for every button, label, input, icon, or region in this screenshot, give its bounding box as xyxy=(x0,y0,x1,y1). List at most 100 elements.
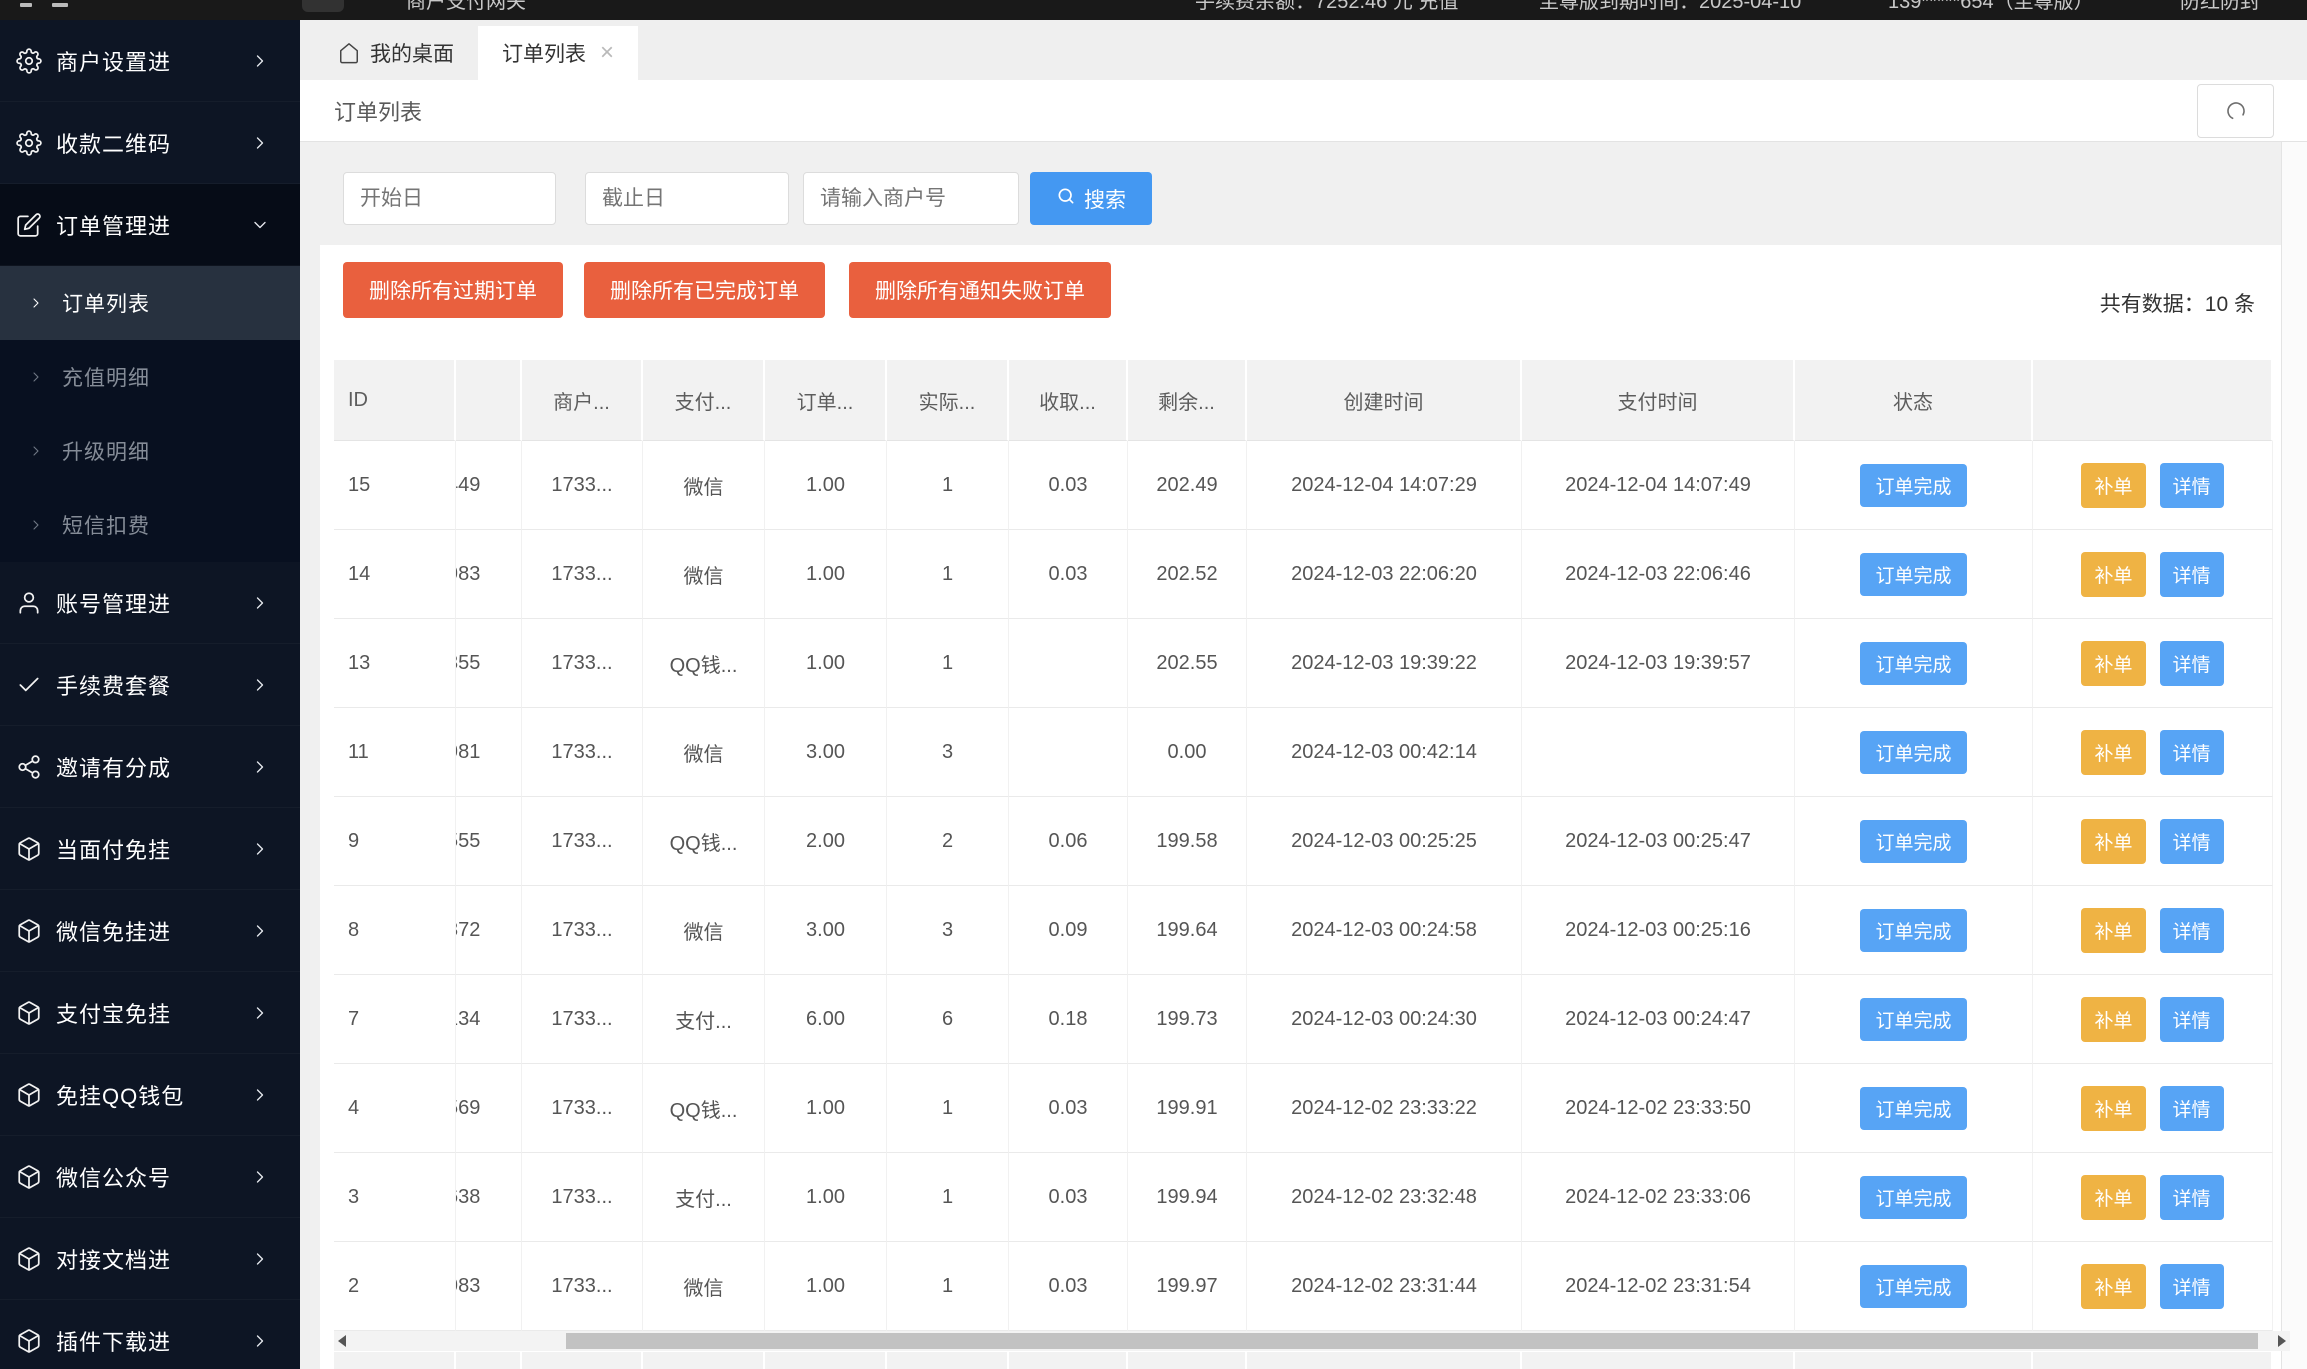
detail-button[interactable]: 详情 xyxy=(2159,996,2224,1042)
patch-order-button[interactable]: 补单 xyxy=(2081,1085,2146,1131)
footer-header-cell xyxy=(1009,1352,1128,1369)
horizontal-scrollbar[interactable] xyxy=(334,1331,2290,1351)
cell-created: 2024-12-02 23:33:22 xyxy=(1247,1064,1522,1153)
sidebar-item-微信免挂进[interactable]: 微信免挂进 xyxy=(0,890,300,972)
detail-button[interactable]: 详情 xyxy=(2159,1085,2224,1131)
sidebar-item-手续费套餐[interactable]: 手续费套餐 xyxy=(0,644,300,726)
delete-failed-notify-orders-button[interactable]: 删除所有通知失败订单 xyxy=(849,262,1111,318)
merchant-id-input[interactable] xyxy=(803,172,1019,225)
footer-header-cell xyxy=(522,1352,643,1369)
topbar-right-link[interactable]: 防红防封 xyxy=(2180,0,2260,20)
patch-order-button[interactable]: 补单 xyxy=(2081,640,2146,686)
cell-channel: 微信 xyxy=(643,441,765,530)
detail-button[interactable]: 详情 xyxy=(2159,818,2224,864)
footer-header-cell xyxy=(456,1352,522,1369)
sidebar-item-订单列表[interactable]: 订单列表 xyxy=(0,266,300,340)
scroll-left-arrow-icon[interactable] xyxy=(338,1335,346,1347)
start-date-input[interactable] xyxy=(343,172,556,225)
delete-completed-orders-button[interactable]: 删除所有已完成订单 xyxy=(584,262,825,318)
detail-button[interactable]: 详情 xyxy=(2159,907,2224,953)
table-row: 95551733...QQ钱...2.0020.06199.582024-12-… xyxy=(334,797,2273,886)
orders-table: ID 商户... 支付... 订单... 实际... 收取... 剩余... 创建时间 支付时间… xyxy=(334,360,2273,1331)
refresh-button[interactable] xyxy=(2197,84,2274,138)
column-header: 创建时间 xyxy=(1247,360,1522,441)
sidebar-item-当面付免挂[interactable]: 当面付免挂 xyxy=(0,808,300,890)
scroll-right-arrow-icon[interactable] xyxy=(2278,1335,2286,1347)
cell-channel: 微信 xyxy=(643,1242,765,1331)
footer-header-cell xyxy=(1128,1352,1247,1369)
cell-merchant: 1733... xyxy=(522,1242,643,1331)
sidebar-item-邀请有分成[interactable]: 邀请有分成 xyxy=(0,726,300,808)
tab-desktop[interactable]: 我的桌面 xyxy=(314,26,478,80)
cell-status: 订单完成 xyxy=(1795,886,2033,975)
horizontal-scrollbar-thumb[interactable] xyxy=(566,1333,2258,1349)
cell-remain: 202.52 xyxy=(1128,530,1247,619)
topbar-account[interactable]: 139*****654（至尊版） xyxy=(1888,0,2094,20)
cell-merchant: 1733... xyxy=(522,975,643,1064)
detail-button[interactable]: 详情 xyxy=(2159,640,2224,686)
cell-id: 3 xyxy=(334,1153,456,1242)
tab-order-list[interactable]: 订单列表 × xyxy=(478,26,639,80)
cell-ref-truncated: 555 xyxy=(456,797,522,886)
cell-merchant: 1733... xyxy=(522,530,643,619)
status-badge: 订单完成 xyxy=(1860,1264,1967,1308)
sidebar-item-label: 订单管理进 xyxy=(56,213,172,239)
angle-right-icon xyxy=(28,443,44,459)
patch-order-button[interactable]: 补单 xyxy=(2081,1263,2146,1309)
detail-button[interactable]: 详情 xyxy=(2159,1174,2224,1220)
patch-order-button[interactable]: 补单 xyxy=(2081,551,2146,597)
patch-order-button[interactable]: 补单 xyxy=(2081,996,2146,1042)
sidebar-item-支付宝免挂[interactable]: 支付宝免挂 xyxy=(0,972,300,1054)
vertical-scrollbar[interactable] xyxy=(2281,80,2307,1369)
cell-fee: 0.03 xyxy=(1009,530,1128,619)
sidebar-item-充值明细[interactable]: 充值明细 xyxy=(0,340,300,414)
cell-amount: 6.00 xyxy=(765,975,887,1064)
sidebar-item-商户设置进[interactable]: 商户设置进 xyxy=(0,20,300,102)
sidebar-item-微信公众号[interactable]: 微信公众号 xyxy=(0,1136,300,1218)
end-date-input[interactable] xyxy=(585,172,789,225)
patch-order-button[interactable]: 补单 xyxy=(2081,907,2146,953)
sidebar-toggle-button[interactable] xyxy=(302,0,344,12)
sidebar-item-账号管理进[interactable]: 账号管理进 xyxy=(0,562,300,644)
chevron-right-icon xyxy=(250,593,270,613)
patch-order-button[interactable]: 补单 xyxy=(2081,818,2146,864)
sidebar-item-对接文档进[interactable]: 对接文档进 xyxy=(0,1218,300,1300)
footer-header-cell xyxy=(334,1352,456,1369)
detail-button[interactable]: 详情 xyxy=(2159,462,2224,508)
cell-actual: 3 xyxy=(887,886,1009,975)
cell-actions: 补单 详情 xyxy=(2033,797,2273,886)
cell-remain: 199.58 xyxy=(1128,797,1247,886)
sidebar-item-label: 手续费套餐 xyxy=(56,673,172,699)
cell-remain: 199.91 xyxy=(1128,1064,1247,1153)
cell-ref-truncated: 983 xyxy=(456,1242,522,1331)
sidebar-item-免挂QQ钱包[interactable]: 免挂QQ钱包 xyxy=(0,1054,300,1136)
cell-actions: 补单 详情 xyxy=(2033,441,2273,530)
box-icon xyxy=(16,1328,42,1354)
patch-order-button[interactable]: 补单 xyxy=(2081,729,2146,775)
topbar-balance[interactable]: 手续费余额：7252.46 元 充值 xyxy=(1195,0,1458,20)
delete-expired-orders-button[interactable]: 删除所有过期订单 xyxy=(343,262,563,318)
patch-order-button[interactable]: 补单 xyxy=(2081,1174,2146,1220)
chevron-right-icon xyxy=(250,1167,270,1187)
detail-button[interactable]: 详情 xyxy=(2159,1263,2224,1309)
sidebar-item-升级明细[interactable]: 升级明细 xyxy=(0,414,300,488)
chevron-right-icon xyxy=(250,839,270,859)
patch-order-button[interactable]: 补单 xyxy=(2081,462,2146,508)
sidebar-item-插件下载进[interactable]: 插件下载进 xyxy=(0,1300,300,1369)
cell-ref-truncated: 638 xyxy=(456,1153,522,1242)
detail-button[interactable]: 详情 xyxy=(2159,729,2224,775)
table-row: 29831733...微信1.0010.03199.972024-12-02 2… xyxy=(334,1242,2273,1331)
sidebar-item-短信扣费[interactable]: 短信扣费 xyxy=(0,488,300,562)
cell-id: 13 xyxy=(334,619,456,708)
table-row: 119811733...微信3.003 0.002024-12-03 00:42:… xyxy=(334,708,2273,797)
sidebar-item-订单管理进[interactable]: 订单管理进 xyxy=(0,184,300,266)
close-icon[interactable]: × xyxy=(600,41,614,65)
sidebar-item-收款二维码[interactable]: 收款二维码 xyxy=(0,102,300,184)
sidebar-item-label: 对接文档进 xyxy=(56,1247,172,1273)
cell-actions: 补单 详情 xyxy=(2033,530,2273,619)
detail-button[interactable]: 详情 xyxy=(2159,551,2224,597)
search-button[interactable]: 搜索 xyxy=(1030,172,1152,225)
cell-created: 2024-12-02 23:31:44 xyxy=(1247,1242,1522,1331)
home-icon xyxy=(338,42,360,64)
table-row: 45691733...QQ钱...1.0010.03199.912024-12-… xyxy=(334,1064,2273,1153)
